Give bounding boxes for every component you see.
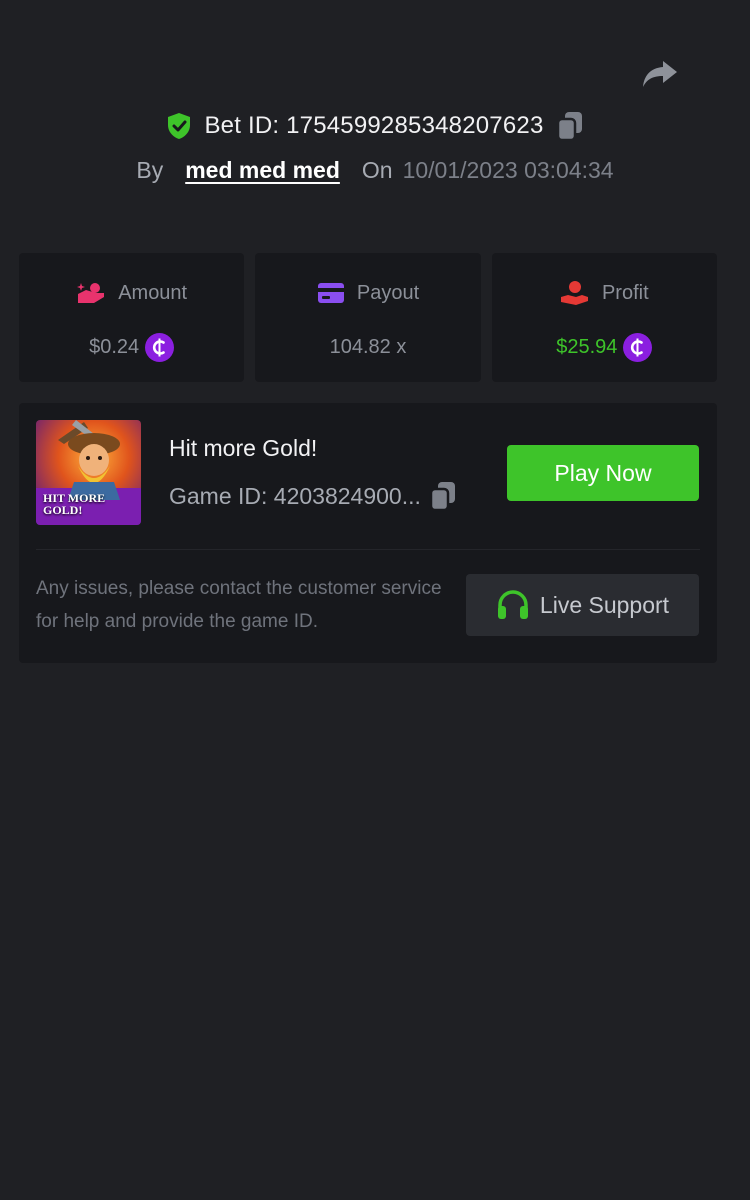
- verified-shield-icon: [168, 113, 191, 139]
- divider: [36, 549, 700, 550]
- bet-header: Bet ID: 1754599285348207623 By med med m…: [0, 108, 750, 186]
- thumbnail-title: HIT MORE GOLD!: [43, 491, 106, 517]
- copy-icon: [556, 112, 582, 142]
- amount-value: $0.24: [89, 335, 140, 358]
- game-name: Hit more Gold!: [169, 435, 318, 461]
- profit-label: Profit: [601, 281, 649, 304]
- support-help-text: Any issues, please contact the customer …: [36, 578, 442, 632]
- game-id-text: Game ID: 4203824900...: [169, 482, 421, 509]
- share-button[interactable]: [640, 56, 680, 92]
- coin-c-icon: [623, 332, 653, 362]
- amount-label: Amount: [118, 281, 188, 304]
- bet-id-text: Bet ID: 1754599285348207623: [204, 112, 544, 139]
- game-id-row: Game ID: 4203824900...: [169, 480, 457, 512]
- bet-id-row: Bet ID: 1754599285348207623: [0, 108, 750, 144]
- headset-icon: [497, 590, 528, 619]
- credit-card-icon: [317, 283, 344, 303]
- username-link[interactable]: med med med: [185, 157, 340, 184]
- game-thumbnail[interactable]: HIT MORE GOLD!: [36, 420, 141, 525]
- copy-game-id-button[interactable]: [429, 480, 457, 512]
- copy-icon: [429, 482, 455, 512]
- profit-card: Profit $25.94: [491, 253, 717, 382]
- payout-value: 104.82 x: [329, 335, 407, 358]
- payout-label: Payout: [356, 281, 420, 304]
- live-support-label: Live Support: [539, 591, 670, 618]
- game-card: HIT MORE GOLD! Hit more Gold! Game ID: 4…: [19, 403, 717, 663]
- share-icon: [643, 61, 677, 87]
- on-label: On: [361, 156, 393, 183]
- copy-bet-id-button[interactable]: [556, 110, 584, 142]
- coins-hand-icon: [77, 283, 105, 303]
- play-now-button[interactable]: Play Now: [507, 445, 699, 501]
- coin-c-icon: [145, 332, 175, 362]
- bet-meta-row: By med med med On 10/01/2023 03:04:34: [0, 154, 750, 186]
- bet-datetime: 10/01/2023 03:04:34: [402, 156, 614, 183]
- hand-coin-icon: [560, 281, 588, 305]
- live-support-button[interactable]: Live Support: [466, 574, 699, 636]
- profit-value: $25.94: [556, 335, 618, 358]
- payout-card: Payout 104.82 x: [255, 253, 481, 382]
- by-label: By: [136, 156, 164, 183]
- bet-stats: Amount $0.24 Payout 104.82 x Profit $25.…: [19, 253, 717, 382]
- amount-card: Amount $0.24: [19, 253, 245, 382]
